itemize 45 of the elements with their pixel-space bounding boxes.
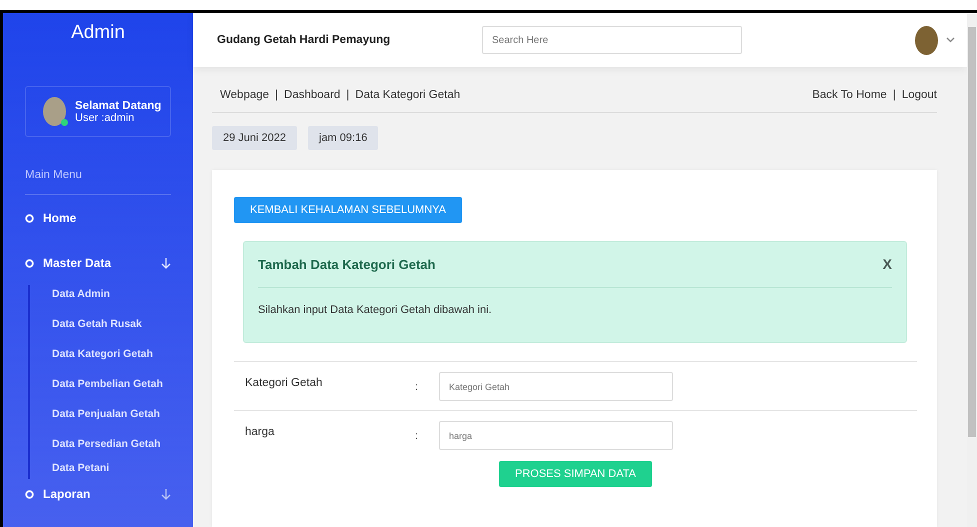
back-button[interactable]: KEMBALI KEHALAMAN SEBELUMNYA (234, 197, 462, 223)
profile-avatar[interactable] (915, 26, 938, 54)
colon-text: : (415, 380, 420, 393)
date-label: 29 Juni 2022 (212, 126, 297, 150)
submenu-item[interactable]: Data Persedian Getah (52, 429, 171, 459)
submenu-item[interactable]: Data Penjualan Getah (52, 399, 171, 429)
colon-text: : (415, 429, 420, 442)
menu-item[interactable]: Master Data (25, 240, 171, 285)
alert-title: Tambah Data Kategori Getah (258, 256, 436, 272)
breadcrumb-link[interactable]: Data Kategori Getah (355, 89, 460, 101)
divider-text: | (892, 89, 896, 101)
down-arrow-icon (161, 257, 171, 269)
site-title: Gudang Getah Hardi Pemayung (217, 34, 392, 46)
divider-text: | (346, 89, 350, 101)
menu-item[interactable]: Laporan (25, 479, 171, 505)
search-field[interactable]: Search Here (482, 26, 742, 54)
alert-message: Silahkan input Data Kategori Getah dibawah ini. (258, 304, 493, 316)
down-arrow-icon (161, 488, 171, 500)
app-title: Admin (70, 21, 126, 45)
field-label: harga (245, 425, 276, 438)
greeting-text: Selamat Datang (75, 100, 162, 112)
input-field[interactable]: Kategori Getah (439, 372, 673, 401)
breadcrumb-link[interactable]: Dashboard (284, 89, 340, 101)
divider-text: | (275, 89, 278, 101)
menu-heading: Main Menu (25, 169, 171, 195)
menu-item[interactable]: Home (25, 195, 171, 240)
input-field[interactable]: harga (439, 421, 673, 450)
time-label: jam 09:16 (308, 126, 378, 150)
nav-link[interactable]: Back To Home (812, 89, 887, 101)
chevron-down-icon (946, 37, 955, 43)
circle-icon (25, 258, 34, 268)
breadcrumb-link[interactable]: Webpage (220, 89, 270, 101)
field-label: Kategori Getah (245, 376, 324, 389)
submenu-item[interactable]: Data Getah Rusak (52, 309, 171, 339)
submenu-item[interactable]: Data Admin (52, 285, 171, 309)
submenu-item[interactable]: Data Pembelian Getah (52, 369, 171, 399)
nav-link[interactable]: Logout (902, 89, 937, 101)
username-text: User :admin (75, 112, 136, 124)
submenu-item[interactable]: Data Petani (52, 459, 171, 479)
circle-icon (25, 214, 34, 222)
submenu-item[interactable]: Data Kategori Getah (52, 339, 171, 369)
circle-icon (25, 490, 34, 498)
scrollbar-thumb[interactable] (968, 27, 976, 437)
close-button[interactable]: X (882, 256, 892, 272)
scrollbar[interactable] (967, 13, 977, 527)
